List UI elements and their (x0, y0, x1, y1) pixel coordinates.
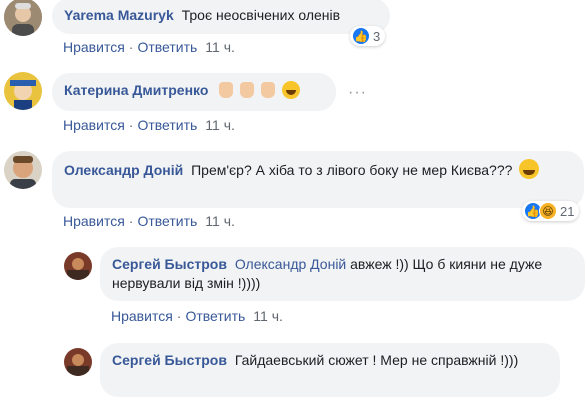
reaction-count: 3 (373, 28, 381, 44)
avatar-image (64, 348, 92, 376)
reply-link[interactable]: Ответить (185, 308, 245, 324)
comment-bubble: Сергей Быстров Гайдаевський сюжет ! Мер … (100, 343, 560, 397)
reaction-count: 21 (560, 203, 575, 219)
more-options-icon[interactable]: ··· (348, 84, 367, 102)
avatar[interactable] (4, 0, 42, 36)
reaction-summary[interactable]: 👍 3 (350, 26, 386, 46)
comment-author[interactable]: Сергей Быстров (112, 256, 227, 272)
avatar-image (4, 72, 42, 110)
comment-timestamp[interactable]: 11 ч. (205, 39, 235, 55)
smile-emoji-icon (519, 159, 540, 179)
comment-actions: Нравится · Ответить 11 ч. (63, 213, 235, 229)
mention-link[interactable]: Олександр Доній (235, 256, 346, 272)
separator: · (128, 117, 134, 133)
avatar-image (4, 151, 42, 189)
reaction-summary[interactable]: 👍 😆 21 (522, 201, 580, 221)
comment-bubble: Катерина Дмитренко (52, 73, 336, 111)
comment-author[interactable]: Катерина Дмитренко (64, 82, 208, 98)
thumbs-up-emoji-icon (240, 82, 255, 98)
comment-author[interactable]: Олександр Доній (64, 162, 183, 178)
comment-author[interactable]: Сергей Быстров (112, 352, 227, 368)
comment-bubble: Олександр Доній Прем'єр? А хіба то з лів… (52, 151, 584, 208)
like-link[interactable]: Нравится (63, 117, 125, 133)
laughing-emoji-icon (281, 81, 300, 99)
comment-timestamp[interactable]: 11 ч. (205, 213, 235, 229)
like-link[interactable]: Нравится (111, 308, 173, 324)
avatar[interactable] (64, 348, 92, 376)
comment-actions: Нравится · Ответить 11 ч. (63, 39, 235, 55)
reply-link[interactable]: Ответить (137, 39, 197, 55)
avatar[interactable] (64, 252, 92, 280)
comment-text: Прем'єр? А хіба то з лівого боку не мер … (191, 162, 513, 178)
reply-link[interactable]: Ответить (137, 117, 197, 133)
separator: · (176, 308, 182, 324)
like-link[interactable]: Нравится (63, 39, 125, 55)
thumbs-up-emoji-icon (261, 82, 276, 98)
thumbs-up-emoji-icon (219, 82, 234, 98)
avatar-image (4, 0, 42, 36)
separator: · (128, 39, 134, 55)
haha-reaction-icon: 😆 (539, 202, 557, 220)
comment-timestamp[interactable]: 11 ч. (205, 117, 235, 133)
avatar[interactable] (4, 151, 42, 189)
like-link[interactable]: Нравится (63, 213, 125, 229)
avatar[interactable] (4, 72, 42, 110)
comment-text: Гайдаевський сюжет ! Мер не справжній !)… (234, 352, 519, 368)
reply-link[interactable]: Ответить (137, 213, 197, 229)
comment-actions: Нравится · Ответить 11 ч. (111, 308, 283, 324)
comment-bubble: Сергей Быстров Олександр Доній авжеж !))… (100, 247, 585, 301)
comment-text: Троє неосвічених оленів (181, 7, 341, 23)
comment-author[interactable]: Yarema Mazuryk (64, 7, 174, 23)
like-reaction-icon: 👍 (352, 27, 370, 45)
comment-bubble: Yarema Mazuryk Троє неосвічених оленів (52, 0, 390, 34)
avatar-image (64, 252, 92, 280)
comment-timestamp[interactable]: 11 ч. (253, 308, 283, 324)
comment-actions: Нравится · Ответить 11 ч. (63, 117, 235, 133)
separator: · (128, 213, 134, 229)
